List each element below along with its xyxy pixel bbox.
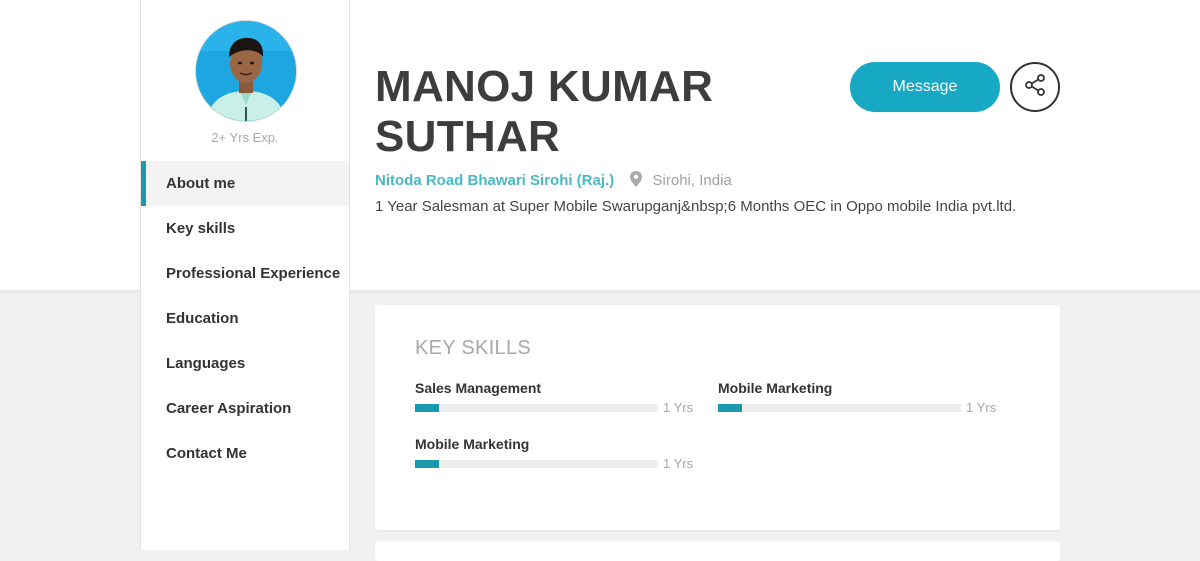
- skill-level-bar: [415, 404, 658, 412]
- sidebar-item-contact-me[interactable]: Contact Me: [141, 431, 349, 476]
- skill-item: Mobile Marketing 1 Yrs: [718, 379, 998, 419]
- share-icon: [1023, 73, 1047, 102]
- sidebar-item-key-skills[interactable]: Key skills: [141, 206, 349, 251]
- avatar: [195, 20, 297, 122]
- skill-item: Mobile Marketing 1 Yrs: [415, 435, 695, 475]
- skill-years: 1 Yrs: [663, 456, 694, 471]
- skill-level-fill: [415, 460, 440, 468]
- next-section-card: [375, 541, 1060, 561]
- skill-years: 1 Yrs: [663, 400, 694, 415]
- skill-name: Mobile Marketing: [415, 436, 530, 452]
- sidebar-item-professional-experience[interactable]: Professional Experience: [141, 251, 349, 296]
- skill-years: 1 Yrs: [966, 400, 997, 415]
- skill-level-bar: [415, 460, 658, 468]
- skill-name: Mobile Marketing: [718, 380, 833, 396]
- skill-level-fill: [718, 404, 743, 412]
- sidebar: 2+ Yrs Exp. About me Key skills Professi…: [140, 0, 350, 550]
- skill-level-bar: [718, 404, 961, 412]
- location-text: Sirohi, India: [652, 172, 732, 189]
- address-link[interactable]: Nitoda Road Bhawari Sirohi (Raj.): [375, 172, 614, 189]
- sidebar-item-about-me[interactable]: About me: [141, 161, 349, 206]
- message-button[interactable]: Message: [850, 62, 1000, 112]
- skill-name: Sales Management: [415, 380, 542, 396]
- skill-item: Sales Management 1 Yrs: [415, 379, 695, 419]
- experience-label: 2+ Yrs Exp.: [211, 130, 279, 145]
- sidebar-item-education[interactable]: Education: [141, 296, 349, 341]
- profile-summary: 1 Year Salesman at Super Mobile Swarupga…: [375, 198, 1017, 215]
- key-skills-title: KEY SKILLS: [415, 337, 532, 359]
- sidebar-item-career-aspiration[interactable]: Career Aspiration: [141, 386, 349, 431]
- sidebar-nav: About me Key skills Professional Experie…: [141, 161, 349, 476]
- skill-level-fill: [415, 404, 440, 412]
- location-pin-icon: [630, 171, 643, 191]
- avatar-photo: [196, 21, 296, 121]
- share-button[interactable]: [1010, 62, 1060, 112]
- sidebar-item-languages[interactable]: Languages: [141, 341, 349, 386]
- address-line: Nitoda Road Bhawari Sirohi (Raj.) Sirohi…: [375, 171, 732, 191]
- key-skills-card: KEY SKILLS Sales Management 1 Yrs Mobile…: [375, 305, 1060, 530]
- profile-name: MANOJ KUMAR SUTHAR: [375, 62, 714, 161]
